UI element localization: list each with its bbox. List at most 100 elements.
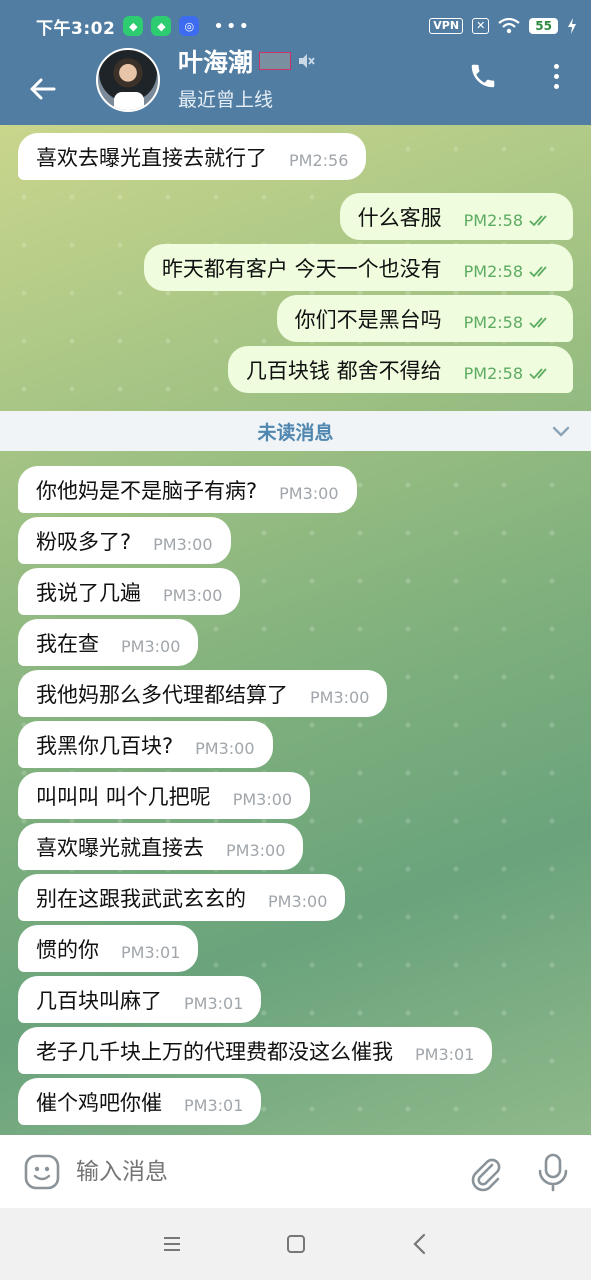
top-bar: 下午3:02 ◆ ◆ ◎ ••• VPN ✕ 55 叶海潮 最近曾上线 (0, 0, 591, 125)
chat-area[interactable]: 喜欢去曝光直接去就行了 PM2:56 什么客服 PM2:58 昨天都有客户 今天一个… (0, 125, 591, 1135)
shield-check-icon: ◆ (151, 16, 172, 36)
message-time: PM2:58 (463, 313, 523, 332)
message-text: 你他妈是不是脑子有病? (36, 478, 258, 503)
message-text: 我黑你几百块? (36, 733, 174, 758)
message-text: 几百块钱 都舍不得给 (245, 358, 442, 383)
message-time: PM3:01 (415, 1045, 475, 1064)
message-outgoing[interactable]: 几百块钱 都舍不得给 PM2:58 (227, 346, 573, 393)
message-text: 什么客服 (357, 205, 442, 230)
unread-label: 未读消息 (257, 421, 334, 444)
unread-divider: 未读消息 (0, 411, 591, 451)
message-incoming[interactable]: 我说了几遍 PM3:00 (18, 568, 241, 615)
message-input-bar (0, 1135, 591, 1208)
message-input[interactable] (76, 1158, 465, 1185)
read-ticks-icon (529, 214, 547, 226)
read-ticks-icon (529, 316, 547, 328)
message-time: PM3:00 (310, 688, 370, 707)
message-text: 昨天都有客户 今天一个也没有 (161, 256, 442, 281)
message-time: PM3:00 (268, 892, 328, 911)
more-notifications-icon: ••• (213, 15, 252, 37)
message-text: 我他妈那么多代理都结算了 (36, 682, 288, 707)
more-menu-button[interactable] (541, 56, 571, 96)
back-arrow-icon (30, 78, 56, 99)
message-text: 老子几千块上万的代理费都没这么催我 (36, 1039, 393, 1064)
vpn-icon: VPN (429, 18, 464, 34)
attach-icon[interactable] (465, 1152, 505, 1192)
message-incoming[interactable]: 催个鸡吧你催 PM3:01 (18, 1078, 262, 1125)
message-text: 我说了几遍 (36, 580, 141, 605)
message-time: PM3:00 (121, 637, 181, 656)
message-incoming[interactable]: 几百块叫麻了 PM3:01 (18, 976, 262, 1023)
back-button[interactable] (12, 59, 72, 119)
message-time: PM2:58 (463, 262, 523, 281)
shield-icon: ◆ (123, 16, 144, 36)
avatar[interactable] (96, 47, 160, 112)
call-button[interactable] (463, 56, 503, 96)
read-ticks-icon (529, 265, 547, 277)
chat-title-area[interactable]: 叶海潮 最近曾上线 (178, 43, 315, 112)
message-text: 喜欢去曝光直接去就行了 (36, 145, 267, 170)
message-incoming[interactable]: 惯的你 PM3:01 (18, 925, 199, 972)
dot-icon (553, 63, 559, 69)
message-text: 几百块叫麻了 (36, 988, 162, 1013)
menu-icon (163, 1237, 180, 1251)
message-time: PM2:56 (289, 151, 349, 170)
message-time: PM3:00 (226, 841, 286, 860)
message-outgoing[interactable]: 你们不是黑台吗 PM2:58 (276, 295, 573, 342)
message-incoming[interactable]: 我他妈那么多代理都结算了 PM3:00 (18, 670, 388, 717)
muted-icon (299, 54, 315, 68)
message-text: 催个鸡吧你催 (36, 1090, 162, 1115)
home-button[interactable] (284, 1232, 308, 1256)
read-ticks-icon (529, 367, 547, 379)
battery-icon: 55 (529, 18, 558, 34)
message-incoming[interactable]: 我在查 PM3:00 (18, 619, 199, 666)
message-text: 粉吸多了? (36, 529, 132, 554)
message-text: 别在这跟我武武玄玄的 (36, 886, 246, 911)
message-text: 惯的你 (36, 937, 99, 962)
status-time: 下午3:02 (36, 18, 116, 39)
message-time: PM3:01 (184, 1096, 244, 1115)
last-seen-status: 最近曾上线 (178, 89, 274, 111)
back-chevron-icon (412, 1233, 425, 1255)
recents-button[interactable] (160, 1232, 184, 1256)
message-incoming[interactable]: 你他妈是不是脑子有病? PM3:00 (18, 466, 357, 513)
message-incoming[interactable]: 老子几千块上万的代理费都没这么催我 PM3:01 (18, 1027, 493, 1074)
message-outgoing[interactable]: 什么客服 PM2:58 (339, 193, 573, 240)
system-nav-bar (0, 1208, 591, 1280)
app-notification-icon: ◎ (179, 16, 200, 36)
back-nav-button[interactable] (408, 1232, 432, 1256)
charging-icon (568, 18, 576, 34)
message-incoming[interactable]: 别在这跟我武武玄玄的 PM3:00 (18, 874, 346, 921)
message-time: PM3:00 (279, 484, 339, 503)
message-incoming[interactable]: 粉吸多了? PM3:00 (18, 517, 231, 564)
chevron-down-icon[interactable] (551, 421, 571, 441)
message-incoming[interactable]: 我黑你几百块? PM3:00 (18, 721, 273, 768)
dot-icon (553, 83, 559, 89)
contact-name: 叶海潮 (178, 48, 254, 77)
message-outgoing[interactable]: 昨天都有客户 今天一个也没有 PM2:58 (143, 244, 573, 291)
emoji-icon[interactable] (22, 1152, 62, 1192)
wifi-icon (498, 18, 520, 34)
message-text: 我在查 (36, 631, 99, 656)
message-text: 你们不是黑台吗 (294, 307, 442, 332)
message-time: PM3:01 (184, 994, 244, 1013)
message-time: PM3:00 (153, 535, 213, 554)
message-time: PM3:00 (232, 790, 293, 809)
message-time: PM2:58 (463, 364, 523, 383)
message-incoming[interactable]: 喜欢去曝光直接去就行了 PM2:56 (18, 133, 367, 180)
message-incoming[interactable]: 喜欢曝光就直接去 PM3:00 (18, 823, 304, 870)
microphone-icon[interactable] (535, 1152, 571, 1192)
message-text: 叫叫叫 叫个几把呢 (36, 784, 211, 809)
message-text: 喜欢曝光就直接去 (36, 835, 204, 860)
message-time: PM3:00 (195, 739, 255, 758)
sim-off-icon: ✕ (472, 18, 490, 34)
phone-icon (471, 64, 495, 88)
message-incoming[interactable]: 叫叫叫 叫个几把呢 PM3:00 (18, 772, 311, 819)
badge-icon (259, 52, 292, 70)
message-time: PM3:00 (163, 586, 223, 605)
dot-icon (553, 73, 559, 79)
app-bar: 叶海潮 最近曾上线 (0, 47, 591, 125)
home-square-icon (286, 1235, 305, 1253)
message-time: PM3:01 (121, 943, 181, 962)
message-time: PM2:58 (463, 211, 523, 230)
